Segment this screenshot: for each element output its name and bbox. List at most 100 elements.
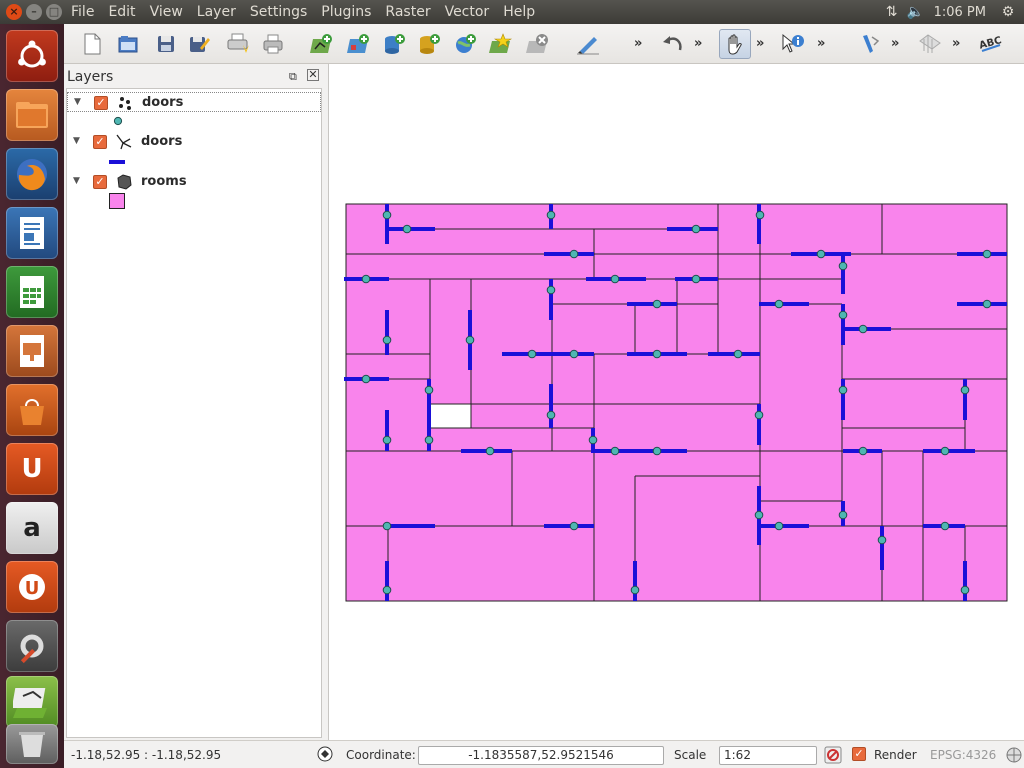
map-render [344, 203, 1008, 602]
coordinate-label: Coordinate: [346, 748, 416, 762]
expand-arrow-icon[interactable]: ▼ [73, 136, 80, 146]
door-point [733, 349, 743, 359]
render-checkbox[interactable]: ✓ [852, 747, 866, 761]
toolbar-overflow-icon[interactable]: » [952, 36, 960, 51]
open-project-button[interactable] [115, 31, 141, 57]
close-panel-icon[interactable]: ✕ [307, 69, 319, 81]
maximize-window-button[interactable]: □ [46, 4, 62, 20]
system-settings-icon[interactable] [6, 620, 58, 672]
firefox-icon[interactable] [6, 148, 58, 200]
files-icon[interactable] [6, 89, 58, 141]
menu-settings[interactable]: Settings [243, 0, 314, 24]
qgis-icon[interactable] [6, 676, 58, 728]
layer-row-doors-points[interactable]: ▼ ✓ doors [67, 92, 321, 112]
new-shapefile-layer-button[interactable] [488, 31, 514, 57]
new-project-button[interactable] [79, 31, 105, 57]
layer-visibility-checkbox[interactable]: ✓ [93, 135, 107, 149]
menu-plugins[interactable]: Plugins [314, 0, 378, 24]
menu-layer[interactable]: Layer [190, 0, 243, 24]
door-point [546, 210, 556, 220]
print-composer-icon [227, 33, 249, 53]
expand-arrow-icon[interactable]: ▼ [74, 97, 81, 107]
layer-row-rooms[interactable]: ▼ ✓ rooms [67, 172, 321, 192]
menu-help[interactable]: Help [496, 0, 542, 24]
toggle-extents-icon[interactable] [316, 745, 334, 766]
add-spatialite-icon [420, 34, 440, 54]
volume-icon[interactable]: 🔈 [904, 4, 928, 20]
coordinate-field[interactable]: -1.1835587,52.9521546 [418, 746, 664, 765]
svg-text:U: U [25, 578, 40, 599]
expand-arrow-icon[interactable]: ▼ [73, 176, 80, 186]
add-wms-layer-button[interactable] [452, 31, 478, 57]
close-window-button[interactable]: × [6, 4, 22, 20]
toolbar-overflow-icon[interactable]: » [694, 36, 702, 51]
remove-layer-button[interactable] [525, 31, 551, 57]
save-project-button[interactable] [153, 31, 179, 57]
attribute-tool-button[interactable] [917, 31, 943, 57]
menu-edit[interactable]: Edit [101, 0, 142, 24]
toolbar-overflow-icon[interactable]: » [634, 36, 642, 51]
menu-file[interactable]: File [64, 0, 101, 24]
menu-raster[interactable]: Raster [378, 0, 437, 24]
crs-globe-icon[interactable] [1005, 746, 1023, 767]
libreoffice-calc-icon[interactable] [6, 266, 58, 318]
menu-vector[interactable]: Vector [438, 0, 497, 24]
ubuntu-one-icon[interactable]: U [6, 443, 58, 495]
toolbar-overflow-icon[interactable]: » [891, 36, 899, 51]
software-center-icon[interactable] [6, 384, 58, 436]
door-point [382, 435, 392, 445]
save-as-button[interactable] [186, 31, 212, 57]
map-canvas[interactable] [328, 64, 1024, 740]
ubuntu-one-music-icon[interactable]: U [6, 561, 58, 613]
ubuntu-dash-icon[interactable] [6, 30, 58, 82]
door-point [838, 261, 848, 271]
rooms-extent [345, 203, 1008, 602]
add-postgis-layer-button[interactable] [381, 31, 407, 57]
network-icon[interactable]: ⇅ [880, 4, 904, 20]
door-point [546, 285, 556, 295]
identify-features-button[interactable] [780, 31, 806, 57]
measure-icon [863, 35, 880, 53]
add-vector-layer-button[interactable] [309, 31, 335, 57]
door-point [361, 374, 371, 384]
door-point [424, 385, 434, 395]
pan-hand-icon [728, 34, 742, 55]
toolbar-overflow-icon[interactable]: » [817, 36, 825, 51]
label-tool-button[interactable]: ABC [978, 31, 1004, 57]
scale-combo[interactable]: 1:62 [719, 746, 817, 765]
trash-icon[interactable] [6, 724, 58, 764]
door-point [569, 349, 579, 359]
layer-visibility-checkbox[interactable]: ✓ [93, 175, 107, 189]
float-panel-icon[interactable]: ⧉ [289, 70, 297, 84]
polygon-layer-icon [117, 174, 132, 190]
door-point [424, 435, 434, 445]
status-bar: -1.18,52.95 : -1.18,52.95 Coordinate: -1… [64, 740, 1024, 768]
libreoffice-writer-icon[interactable] [6, 207, 58, 259]
measure-tool-button[interactable] [858, 31, 884, 57]
system-settings-icon[interactable]: ⚙ [996, 4, 1020, 20]
undo-button[interactable] [660, 31, 686, 57]
amazon-icon[interactable]: a [6, 502, 58, 554]
door-point [382, 585, 392, 595]
add-wms-icon [456, 34, 476, 53]
crs-label[interactable]: EPSG:4326 [930, 748, 996, 762]
digitizing-pen-button[interactable] [575, 31, 601, 57]
door-point [546, 410, 556, 420]
door-point [838, 310, 848, 320]
minimize-window-button[interactable]: – [26, 4, 42, 20]
add-raster-layer-button[interactable] [346, 31, 372, 57]
stop-render-icon[interactable] [824, 746, 842, 767]
toolbar-overflow-icon[interactable]: » [756, 36, 764, 51]
pan-map-button[interactable] [719, 29, 751, 59]
libreoffice-impress-icon[interactable] [6, 325, 58, 377]
layer-row-doors-lines[interactable]: ▼ ✓ doors [67, 132, 321, 152]
clock[interactable]: 1:06 PM [928, 5, 996, 20]
menu-view[interactable]: View [143, 0, 190, 24]
label-abc-icon: ABC [978, 35, 1003, 52]
add-spatialite-layer-button[interactable] [416, 31, 442, 57]
layer-visibility-checkbox[interactable]: ✓ [94, 96, 108, 110]
new-layer-icon [489, 33, 513, 53]
new-print-composer-button[interactable] [225, 31, 251, 57]
print-button[interactable] [260, 31, 286, 57]
layers-tree[interactable]: ▼ ✓ doors ▼ ✓ doors ▼ ✓ rooms [66, 88, 322, 738]
